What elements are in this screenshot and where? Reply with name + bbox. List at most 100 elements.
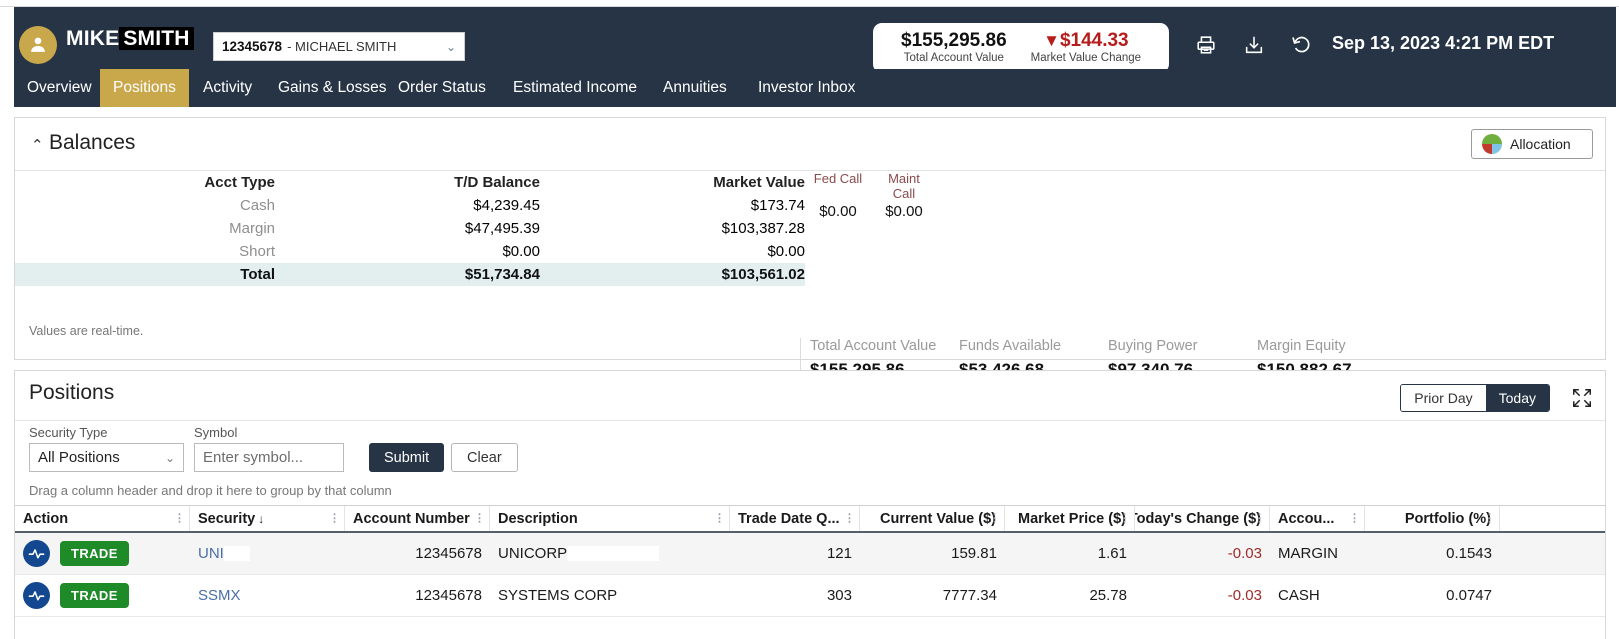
column-menu-icon[interactable]: ⋮ xyxy=(329,513,340,524)
col-td-balance: T/D Balance xyxy=(454,174,540,191)
print-icon[interactable] xyxy=(1190,29,1222,61)
security-symbol-link[interactable]: SSMX xyxy=(198,587,241,604)
column-menu-icon[interactable]: ⋮ xyxy=(1349,513,1360,524)
row-total-type: Total xyxy=(15,263,275,286)
security-type-value: All Positions xyxy=(38,449,120,466)
column-menu-icon[interactable]: ⋮ xyxy=(1254,513,1265,524)
row-security[interactable]: UNI xyxy=(190,545,345,562)
tab-positions[interactable]: Positions xyxy=(100,69,189,107)
margin-calls: Fed Call Maint Call $0.00 $0.00 xyxy=(806,171,936,220)
column-menu-icon[interactable]: ⋮ xyxy=(844,513,855,524)
row-short-type: Short xyxy=(239,243,275,260)
balances-card: ⌃ Balances Allocation Fed Call Maint Cal… xyxy=(14,117,1606,432)
col-acct-type: Acct Type xyxy=(204,174,275,191)
column-menu-icon[interactable]: ⋮ xyxy=(714,513,725,524)
window-top-rule xyxy=(0,6,1619,7)
column-menu-icon[interactable]: ⋮ xyxy=(989,513,1000,524)
col-label: Market Price ($) xyxy=(1018,510,1126,527)
row-security[interactable]: SSMX xyxy=(190,587,345,604)
column-menu-icon[interactable]: ⋮ xyxy=(1484,513,1495,524)
allocation-button[interactable]: Allocation xyxy=(1471,129,1593,159)
toggle-today[interactable]: Today xyxy=(1485,385,1549,411)
col-portfolio-pct[interactable]: Portfolio (%) ⋮ xyxy=(1365,506,1500,531)
table-row: Short $0.00 $0.00 xyxy=(15,240,805,263)
col-account-number[interactable]: Account Number ⋮ xyxy=(345,506,490,531)
timestamp: Sep 13, 2023 4:21 PM EDT xyxy=(1332,33,1555,53)
tab-order-status[interactable]: Order Status xyxy=(385,69,499,107)
clear-button[interactable]: Clear xyxy=(451,443,518,472)
market-value-change-amount: $144.33 xyxy=(1059,30,1129,52)
market-value-change-label: Market Value Change xyxy=(1030,51,1142,64)
pulse-icon[interactable] xyxy=(23,540,50,567)
fed-call-value: $0.00 xyxy=(819,203,857,220)
security-type-select[interactable]: All Positions ⌄ xyxy=(29,443,184,472)
user-icon xyxy=(31,37,45,52)
download-icon[interactable] xyxy=(1238,29,1270,61)
positions-header-rule xyxy=(15,420,1605,421)
row-short-td: $0.00 xyxy=(502,243,540,260)
tab-gains-losses[interactable]: Gains & Losses xyxy=(265,69,400,107)
collapse-caret-icon[interactable]: ⌃ xyxy=(31,136,44,154)
col-security[interactable]: Security ↓ ⋮ xyxy=(190,506,345,531)
metric-label: Funds Available xyxy=(959,338,1062,354)
table-row: Margin $47,495.39 $103,387.28 xyxy=(15,217,805,240)
symbol-input[interactable]: Enter symbol... xyxy=(194,443,344,472)
tab-investor-inbox[interactable]: Investor Inbox xyxy=(745,69,868,107)
row-margin-type: Margin xyxy=(229,220,275,237)
column-menu-icon[interactable]: ⋮ xyxy=(174,513,185,524)
row-total-mv: $103,561.02 xyxy=(540,263,805,286)
expand-icon[interactable] xyxy=(1569,385,1595,411)
trade-button[interactable]: TRADE xyxy=(60,541,129,566)
submit-button[interactable]: Submit xyxy=(369,443,445,472)
security-symbol-link[interactable]: UNI xyxy=(198,545,224,562)
trade-button[interactable]: TRADE xyxy=(60,583,129,608)
description-text: UNICORP xyxy=(498,545,568,562)
row-short-mv: $0.00 xyxy=(767,243,805,260)
avatar xyxy=(19,26,57,64)
account-holder-name: - MICHAEL SMITH xyxy=(287,39,397,54)
balances-title: Balances xyxy=(49,131,136,154)
table-row[interactable]: TRADE SSMX 12345678 SYSTEMS CORP 303 777… xyxy=(15,575,1605,617)
account-selector[interactable]: 12345678 - MICHAEL SMITH ⌄ xyxy=(213,32,465,61)
down-arrow-icon: ▼ xyxy=(1043,31,1060,51)
row-todays-change: -0.03 xyxy=(1227,587,1262,604)
group-by-drop-hint[interactable]: Drag a column header and drop it here to… xyxy=(29,483,392,498)
metric-label: Buying Power xyxy=(1108,338,1198,354)
col-label: Current Value ($) xyxy=(879,510,996,527)
row-todays-change: -0.03 xyxy=(1227,545,1262,562)
main-nav: Overview Positions Activity Gains & Loss… xyxy=(0,69,1619,107)
col-todays-change[interactable]: Today's Change ($) ⋮ xyxy=(1135,506,1270,531)
col-trade-date-qty[interactable]: Trade Date Q... ⋮ xyxy=(730,506,860,531)
pie-chart-icon xyxy=(1482,134,1502,154)
period-toggle[interactable]: Prior Day Today xyxy=(1400,384,1550,412)
refresh-icon[interactable] xyxy=(1286,29,1318,61)
toggle-prior-day[interactable]: Prior Day xyxy=(1401,385,1486,411)
balances-table-wrap: Acct Type T/D Balance Market Value Cash … xyxy=(15,171,815,286)
balances-header: ⌃ Balances Allocation xyxy=(15,118,1605,171)
row-portfolio-pct: 0.0747 xyxy=(1446,587,1492,604)
row-account-type: MARGIN xyxy=(1278,545,1338,562)
table-row[interactable]: TRADE UNI 12345678 UNICORP 121 159.81 1.… xyxy=(15,533,1605,575)
row-total-td: $51,734.84 xyxy=(275,263,540,286)
col-account-type[interactable]: Accou... ⋮ xyxy=(1270,506,1365,531)
row-cash-type: Cash xyxy=(239,197,275,214)
tab-overview[interactable]: Overview xyxy=(14,69,105,107)
chevron-down-icon: ⌄ xyxy=(164,450,175,465)
col-current-value[interactable]: Current Value ($) ⋮ xyxy=(860,506,1005,531)
symbol-group: Symbol Enter symbol... xyxy=(194,425,344,472)
column-menu-icon[interactable]: ⋮ xyxy=(474,513,485,524)
symbol-label: Symbol xyxy=(194,425,238,440)
col-market-price[interactable]: Market Price ($) ⋮ xyxy=(1005,506,1135,531)
balances-header-row: Acct Type T/D Balance Market Value xyxy=(15,171,805,194)
pulse-icon[interactable] xyxy=(23,582,50,609)
row-description: UNICORP xyxy=(490,545,730,562)
user-last-name-redacted: SMITH xyxy=(119,27,194,50)
column-menu-icon[interactable]: ⋮ xyxy=(1119,513,1130,524)
row-cash-mv: $173.74 xyxy=(750,197,805,214)
col-action[interactable]: Action ⋮ xyxy=(15,506,190,531)
col-description[interactable]: Description ⋮ xyxy=(490,506,730,531)
tab-activity[interactable]: Activity xyxy=(190,69,265,107)
tab-estimated-income[interactable]: Estimated Income xyxy=(500,69,650,107)
tab-annuities[interactable]: Annuities xyxy=(650,69,740,107)
row-account-number: 12345678 xyxy=(415,587,482,604)
